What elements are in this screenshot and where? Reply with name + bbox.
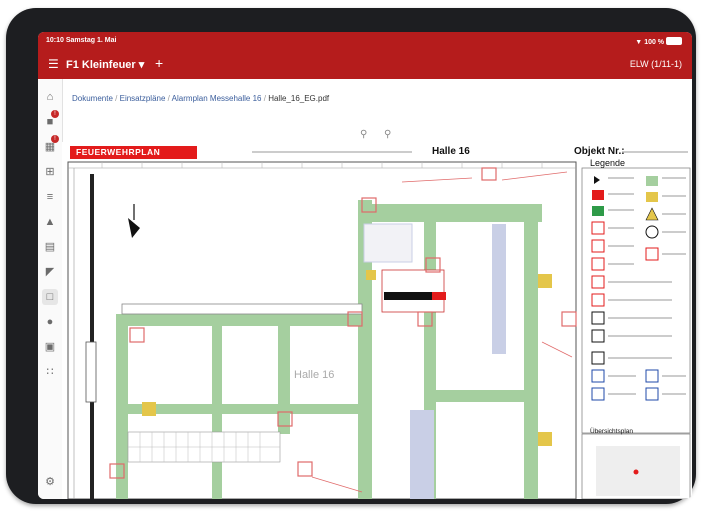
dashboard-icon[interactable]: ▦! (42, 135, 59, 155)
sidebar: ⌂ ■! ▦! ⊞ ≡ ▲ ▤ ◤ □ ● ▣ ∷ ⚙ (38, 79, 63, 499)
hamburger-menu-icon[interactable]: ☰ (48, 57, 59, 71)
alerts-icon[interactable]: ■! (42, 110, 59, 130)
zoom-out-icon[interactable]: ⚲ (360, 129, 367, 140)
battery-icon (666, 37, 682, 45)
room-label: Halle 16 (294, 369, 334, 381)
hydrant-icon[interactable]: ◤ (42, 264, 58, 280)
wifi-icon: ▼ (635, 39, 643, 46)
alerts-badge: ! (51, 110, 59, 118)
status-bar: 10:10 Samstag 1. Mai ▼ 100 % (38, 32, 692, 50)
unit-label[interactable]: ELW (1/11-1) (630, 59, 682, 69)
apps-icon[interactable]: ∷ (42, 364, 58, 380)
add-box-icon[interactable]: ⊞ (42, 164, 58, 180)
list-icon[interactable]: ≡ (42, 189, 58, 205)
app-bar: ☰ F1 Kleinfeuer ▾ + ELW (1/11-1) (38, 50, 692, 79)
breadcrumb-link[interactable]: Dokumente (72, 94, 113, 103)
breadcrumb-link[interactable]: Einsatzpläne (120, 94, 166, 103)
pdf-viewer[interactable]: Halle 16 FEUERWEHRPLAN Halle 16 Objekt N… (62, 142, 692, 499)
breadcrumb-current: Halle_16_EG.pdf (268, 94, 330, 103)
home-icon[interactable]: ⌂ (42, 89, 58, 105)
battery-level: 100 % (644, 39, 665, 46)
overview-title: Übersichtsplan (590, 428, 633, 435)
status-battery: ▼ 100 % (635, 37, 682, 46)
vehicle-icon[interactable]: ▤ (42, 239, 58, 255)
breadcrumb: Dokumente / Einsatzpläne / Alarmplan Mes… (72, 94, 329, 103)
hazard-icon[interactable]: ▲ (42, 214, 58, 230)
plan-hall-title: Halle 16 (432, 146, 470, 157)
plan-tag: FEUERWEHRPLAN (70, 146, 197, 159)
compass-icon[interactable]: ● (42, 314, 58, 330)
zoom-in-icon[interactable]: ⚲ (384, 129, 391, 140)
status-time: 10:10 Samstag 1. Mai (46, 37, 117, 44)
add-icon[interactable]: + (155, 55, 163, 71)
settings-icon[interactable]: ⚙ (42, 474, 58, 490)
breadcrumb-link[interactable]: Alarmplan Messehalle 16 (172, 94, 262, 103)
documents-icon[interactable]: □ (42, 289, 58, 305)
tablet-frame: 10:10 Samstag 1. Mai ▼ 100 % ☰ F1 Kleinf… (6, 8, 696, 504)
floor-plan-drawing: Halle 16 (62, 142, 692, 499)
plan-object-label: Objekt Nr.: (574, 146, 625, 157)
screen: 10:10 Samstag 1. Mai ▼ 100 % ☰ F1 Kleinf… (38, 32, 692, 499)
legend-title: Legende (590, 158, 626, 168)
contacts-icon[interactable]: ▣ (42, 339, 58, 355)
dashboard-badge: ! (51, 135, 59, 143)
incident-selector[interactable]: F1 Kleinfeuer ▾ (66, 58, 144, 71)
